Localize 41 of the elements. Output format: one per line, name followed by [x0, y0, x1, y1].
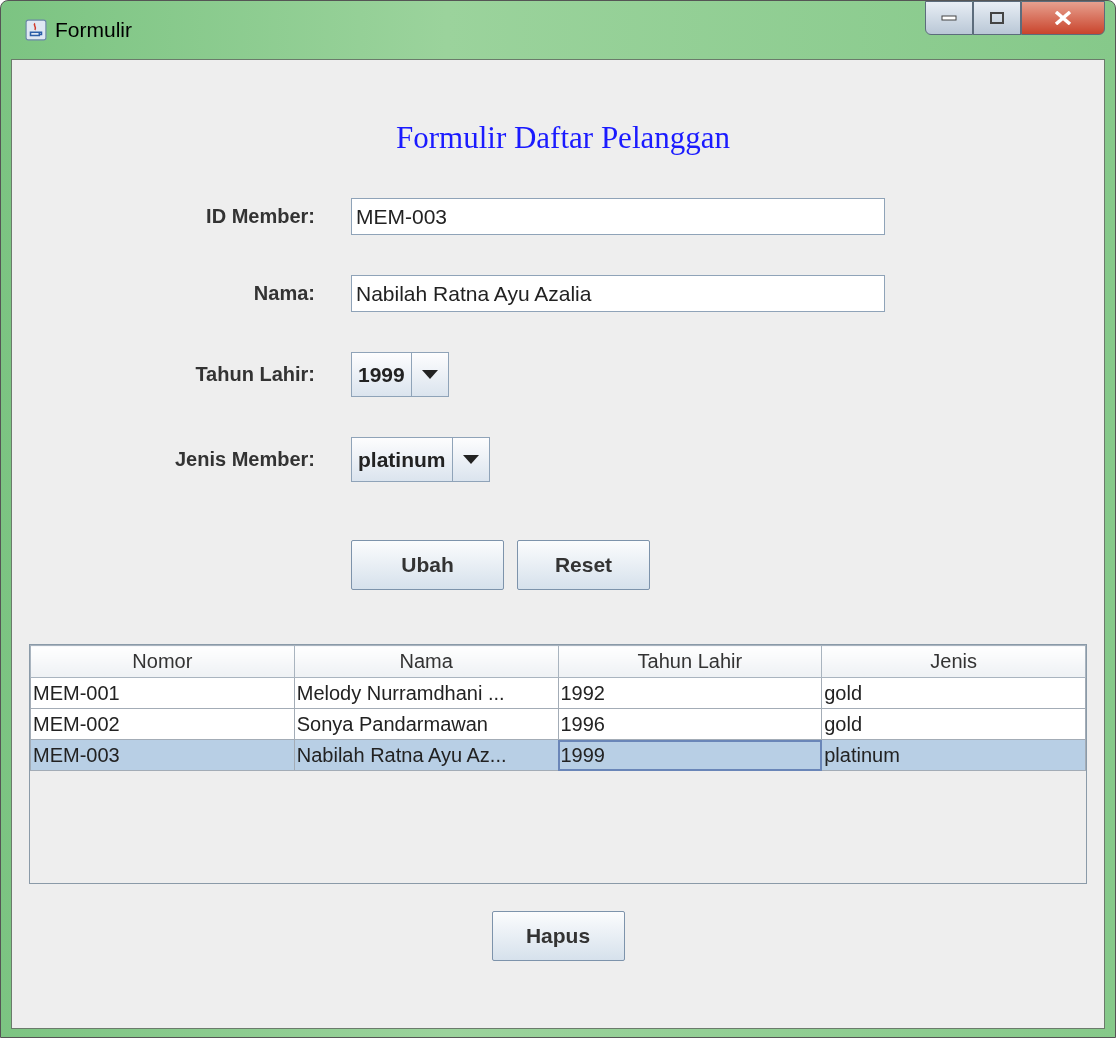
- table-cell: MEM-001: [30, 677, 295, 709]
- change-button[interactable]: Ubah: [351, 540, 504, 590]
- table-cell: Sonya Pandarmawan: [294, 708, 558, 740]
- minimize-button[interactable]: [925, 1, 973, 35]
- column-header[interactable]: Tahun Lahir: [558, 645, 822, 678]
- cup-icon: [25, 19, 47, 41]
- table-cell: MEM-003: [30, 739, 295, 771]
- table-cell: 1996: [558, 708, 822, 740]
- caret-icon: [462, 455, 479, 464]
- table-row[interactable]: MEM-001 Melody Nurramdhani ... 1992 gold: [30, 677, 1086, 709]
- close-button[interactable]: [1021, 1, 1105, 35]
- table-row[interactable]: MEM-002 Sonya Pandarmawan 1996 gold: [30, 708, 1086, 740]
- close-icon: [1054, 11, 1072, 25]
- column-header[interactable]: Nama: [294, 645, 558, 678]
- field-label: Tahun Lahir:: [194, 363, 315, 386]
- field-label: Nama:: [252, 282, 315, 305]
- text-field[interactable]: Nabilah Ratna Ayu Azalia: [351, 275, 885, 312]
- column-header[interactable]: Jenis: [821, 645, 1086, 678]
- table-cell: gold: [821, 677, 1086, 709]
- table-cell: 1992: [558, 677, 822, 709]
- table-cell: gold: [821, 708, 1086, 740]
- field-label: Jenis Member:: [173, 448, 315, 471]
- table-cell: Melody Nurramdhani ...: [294, 677, 558, 709]
- table-cell: 1999: [558, 739, 822, 771]
- window-title: Formulir: [55, 18, 132, 42]
- text-field[interactable]: MEM-003: [351, 198, 885, 235]
- table-row[interactable]: MEM-003 Nabilah Ratna Ayu Az... 1999 platinum: [30, 739, 1086, 771]
- dropdown[interactable]: 1999: [351, 352, 449, 397]
- column-header[interactable]: Nomor: [30, 645, 295, 678]
- minimize-icon: [941, 15, 957, 21]
- dropdown[interactable]: platinum: [351, 437, 490, 482]
- table-cell: MEM-002: [30, 708, 295, 740]
- delete-button[interactable]: Hapus: [491, 911, 625, 961]
- reset-button[interactable]: Reset: [517, 540, 650, 590]
- table-cell: platinum: [821, 739, 1086, 771]
- caret-icon: [421, 370, 438, 379]
- form-heading: Formulir Daftar Pelanggan: [395, 120, 731, 156]
- table-cell: Nabilah Ratna Ayu Az...: [294, 739, 558, 771]
- maximize-button[interactable]: [973, 1, 1021, 35]
- field-label: ID Member:: [205, 205, 315, 228]
- maximize-icon: [990, 12, 1004, 24]
